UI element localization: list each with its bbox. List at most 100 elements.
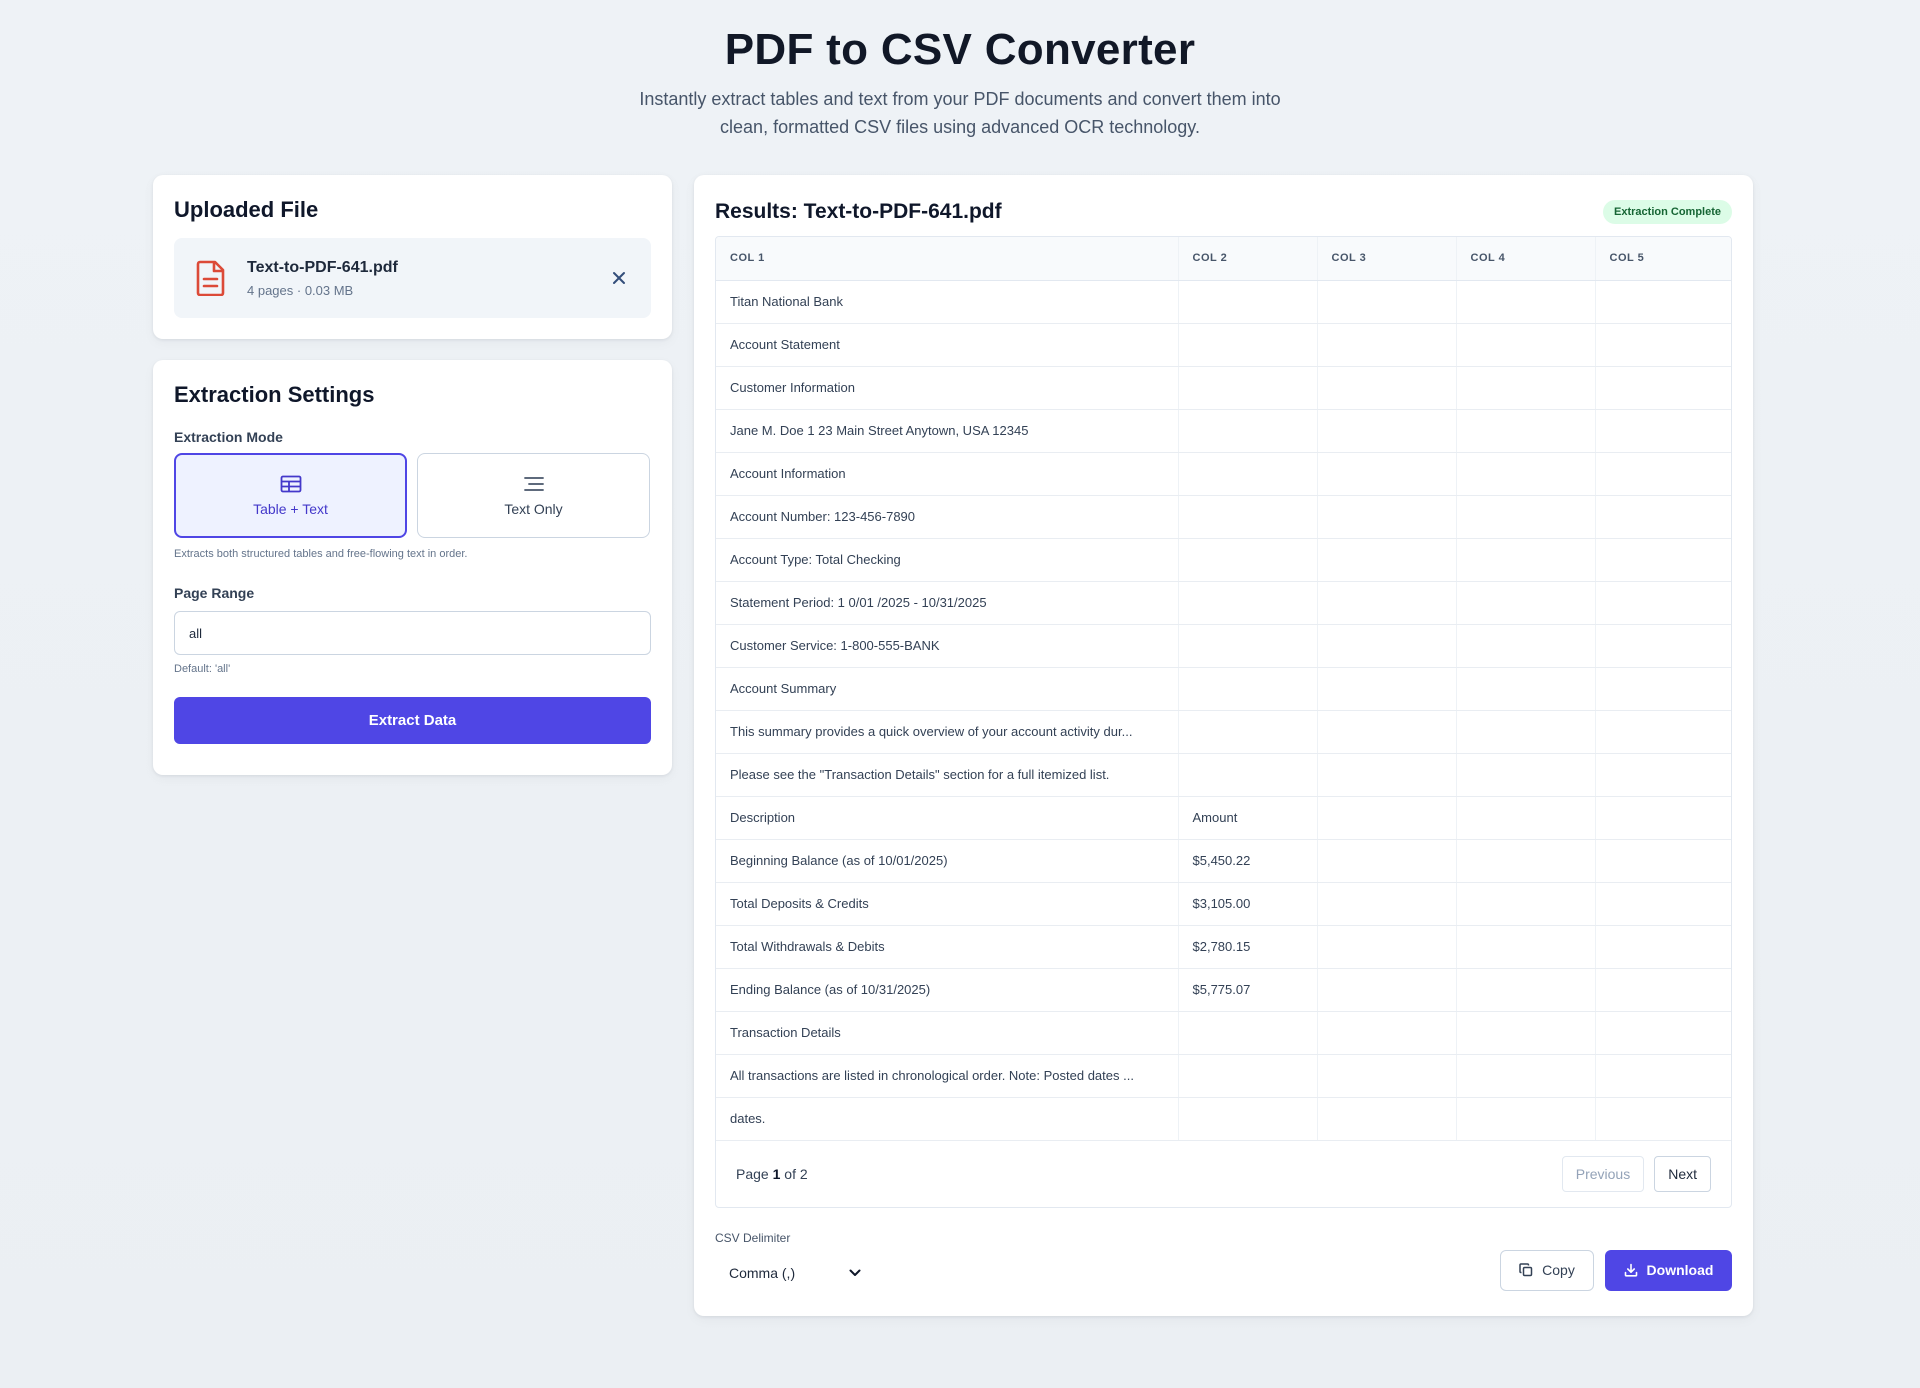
table-cell (1317, 581, 1457, 625)
table-cell (1595, 280, 1731, 324)
delimiter-select[interactable]: Comma (,) (715, 1255, 875, 1291)
table-cell (1317, 1011, 1457, 1055)
action-buttons: Copy Download (1500, 1249, 1732, 1291)
column-header: COL 4 (1456, 237, 1596, 281)
results-footer: CSV Delimiter Comma (,) Copy Download (715, 1231, 1732, 1291)
table-row: Please see the "Transaction Details" sec… (716, 753, 1731, 797)
page-prefix: Page (736, 1165, 769, 1182)
table-row: This summary provides a quick overview o… (716, 710, 1731, 754)
table-cell (1595, 839, 1731, 883)
table-row: Total Withdrawals & Debits $2,780.15 (716, 925, 1731, 969)
page-subtitle: Instantly extract tables and text from y… (0, 85, 1920, 141)
extract-data-button[interactable]: Extract Data (174, 697, 651, 744)
table-cell (1178, 366, 1318, 410)
close-icon[interactable] (609, 268, 629, 288)
download-button[interactable]: Download (1605, 1249, 1732, 1291)
table-cell: Account Summary (716, 667, 1179, 711)
table-cell: Account Type: Total Checking (716, 538, 1179, 582)
table-cell (1317, 280, 1457, 324)
table-cell (1178, 538, 1318, 582)
file-name: Text-to-PDF-641.pdf (247, 258, 398, 276)
table-cell: Please see the "Transaction Details" sec… (716, 753, 1179, 797)
table-icon (280, 475, 301, 492)
extraction-mode-label: Extraction Mode (174, 429, 283, 445)
table-row: Titan National Bank (716, 280, 1731, 324)
table-cell (1178, 452, 1318, 496)
table-cell: Jane M. Doe 1 23 Main Street Anytown, US… (716, 409, 1179, 453)
table-cell (1595, 624, 1731, 668)
table-cell: Transaction Details (716, 1011, 1179, 1055)
page-of: of (784, 1165, 796, 1182)
table-cell (1178, 409, 1318, 453)
copy-button[interactable]: Copy (1500, 1249, 1594, 1291)
table-row: Ending Balance (as of 10/31/2025) $5,775.… (716, 968, 1731, 1012)
table-cell (1595, 882, 1731, 926)
table-cell: Customer Service: 1-800-555-BANK (716, 624, 1179, 668)
table-cell (1178, 667, 1318, 711)
table-body: Titan National Bank Account Statement Cust… (716, 280, 1731, 1141)
download-label: Download (1646, 1262, 1714, 1278)
text-lines-icon (523, 476, 544, 491)
table-cell: Account Statement (716, 323, 1179, 367)
table-cell (1595, 925, 1731, 969)
subtitle-line-1: Instantly extract tables and text from y… (639, 89, 1281, 109)
table-cell (1456, 667, 1596, 711)
table-cell (1456, 409, 1596, 453)
download-icon (1624, 1263, 1637, 1277)
table-cell: $2,780.15 (1178, 925, 1318, 969)
table-cell (1317, 882, 1457, 926)
table-cell: Description (716, 796, 1179, 840)
mode-table-text-button[interactable]: Table + Text (174, 453, 407, 538)
table-cell (1456, 1011, 1596, 1055)
table-cell (1178, 280, 1318, 324)
table-row: Account Statement (716, 323, 1731, 367)
table-cell (1456, 538, 1596, 582)
table-cell (1595, 409, 1731, 453)
table-cell (1317, 1097, 1457, 1141)
table-row: Statement Period: 1 0/01 /2025 - 10/31/2… (716, 581, 1731, 625)
delimiter-label: CSV Delimiter (715, 1230, 791, 1245)
table-cell (1456, 968, 1596, 1012)
page-range-input[interactable] (174, 611, 651, 655)
table-row: All transactions are listed in chronolog… (716, 1054, 1731, 1098)
uploaded-file-title: Uploaded File (174, 197, 319, 222)
file-item: Text-to-PDF-641.pdf 4 pages · 0.03 MB (174, 238, 651, 318)
table-cell (1595, 495, 1731, 539)
table-cell (1456, 495, 1596, 539)
file-meta: 4 pages · 0.03 MB (247, 282, 354, 298)
table-row: Account Summary (716, 667, 1731, 711)
extraction-mode-options: Table + Text Text Only (174, 453, 651, 538)
pagination: Page 1 of 2 Previous Next (716, 1141, 1731, 1207)
table-cell (1595, 366, 1731, 410)
total-pages: 2 (799, 1165, 808, 1182)
table-cell (1595, 452, 1731, 496)
table-cell (1317, 968, 1457, 1012)
table-cell (1595, 1054, 1731, 1098)
table-cell (1178, 1054, 1318, 1098)
mode-text-only-button[interactable]: Text Only (417, 453, 650, 538)
table-cell (1595, 753, 1731, 797)
table-cell (1178, 710, 1318, 754)
table-row: Account Type: Total Checking (716, 538, 1731, 582)
table-cell (1595, 1011, 1731, 1055)
table-cell (1456, 796, 1596, 840)
table-row: Account Number: 123-456-7890 (716, 495, 1731, 539)
next-button[interactable]: Next (1654, 1155, 1711, 1192)
table-cell (1317, 925, 1457, 969)
table-cell (1456, 1054, 1596, 1098)
previous-button[interactable]: Previous (1561, 1155, 1645, 1192)
table-row: Transaction Details (716, 1011, 1731, 1055)
table-cell: Titan National Bank (716, 280, 1179, 324)
table-cell (1178, 495, 1318, 539)
table-row: dates. (716, 1097, 1731, 1141)
table-cell (1178, 624, 1318, 668)
table-cell (1595, 323, 1731, 367)
document-icon (196, 260, 225, 296)
table-cell (1317, 1054, 1457, 1098)
table-cell (1317, 839, 1457, 883)
table-cell: All transactions are listed in chronolog… (716, 1054, 1179, 1098)
table-cell (1595, 538, 1731, 582)
table-cell (1178, 323, 1318, 367)
table-cell (1456, 624, 1596, 668)
table-cell (1456, 1097, 1596, 1141)
